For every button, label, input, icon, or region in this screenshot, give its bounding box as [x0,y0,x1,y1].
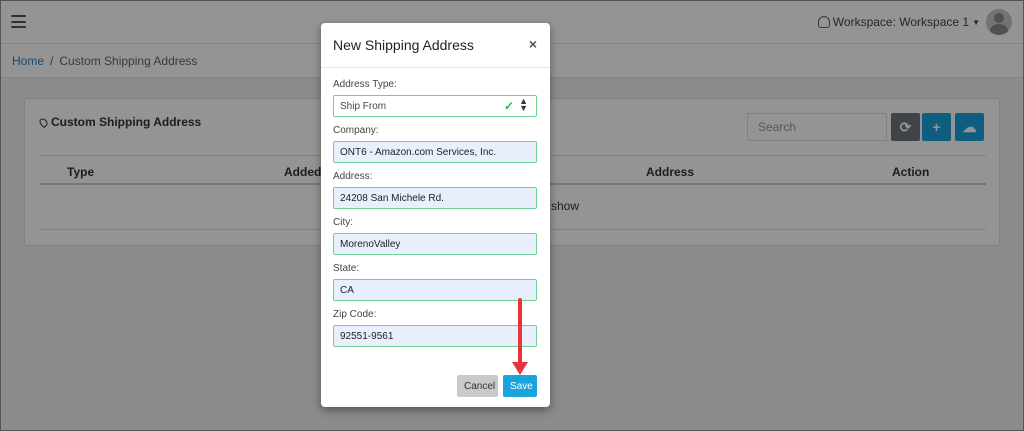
state-label: State: [333,263,360,274]
state-field: State: CA [333,263,538,301]
company-label: Company: [333,125,379,136]
city-field: City: MorenoValley [333,217,538,255]
company-field: Company: ONT6 - Amazon.com Services, Inc… [333,125,538,163]
cancel-button[interactable]: Cancel [457,375,498,397]
zip-code-input[interactable]: 92551-9561 [333,325,537,347]
address-field: Address: 24208 San Michele Rd. [333,171,538,209]
annotation-arrow-shaft [518,298,522,364]
address-label: Address: [333,171,373,182]
modal-body: Address Type: Ship From ✓ ▲ ▼ Company: ON… [321,68,550,347]
checkmark-icon: ✓ [503,99,514,113]
state-input[interactable]: CA [333,279,537,301]
modal-title: New Shipping Address [333,37,474,53]
address-input[interactable]: 24208 San Michele Rd. [333,187,537,209]
modal-header: New Shipping Address × [321,23,550,68]
address-type-select[interactable]: Ship From ✓ ▲ ▼ [333,95,537,117]
company-input[interactable]: ONT6 - Amazon.com Services, Inc. [333,141,537,163]
address-type-label: Address Type: [333,79,397,90]
modal-footer: Cancel Save [457,375,537,397]
city-label: City: [333,217,353,228]
annotation-arrow-head-icon [512,362,528,375]
save-button[interactable]: Save [503,375,537,397]
zip-code-field: Zip Code: 92551-9561 [333,309,538,347]
close-icon[interactable]: × [529,36,537,52]
new-shipping-address-dialog: New Shipping Address × Address Type: Shi… [321,23,550,407]
city-input[interactable]: MorenoValley [333,233,537,255]
sort-arrows-icon: ▲ ▼ [519,96,528,113]
address-type-value: Ship From [340,101,387,112]
address-type-field: Address Type: Ship From ✓ ▲ ▼ [333,79,538,117]
zip-code-label: Zip Code: [333,309,377,320]
